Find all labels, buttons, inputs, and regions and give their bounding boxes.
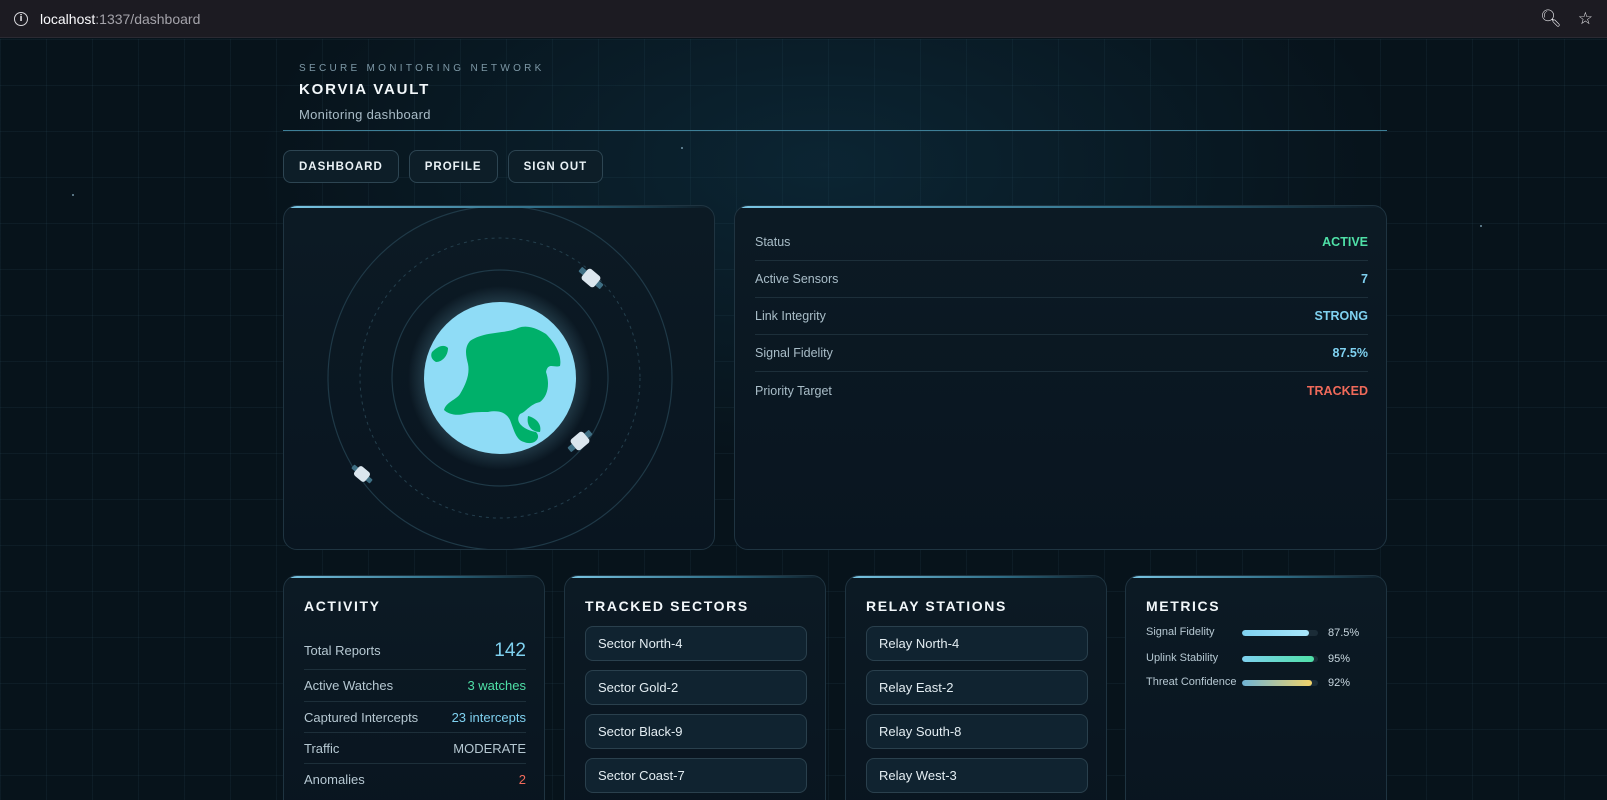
status-label: Status	[755, 235, 791, 249]
status-value: TRACKED	[1306, 383, 1368, 398]
relay-item[interactable]: Relay South-8	[866, 714, 1088, 749]
profile-button[interactable]: PROFILE	[408, 150, 498, 183]
orbit-panel	[283, 205, 715, 550]
relay-item[interactable]: Relay North-4	[866, 626, 1088, 661]
metric-bar	[1242, 655, 1318, 662]
activity-label: Active Watches	[304, 678, 394, 693]
status-label: Signal Fidelity	[755, 346, 833, 360]
star-dot	[1480, 225, 1482, 227]
page-header: SECURE MONITORING NETWORK KORVIA VAULT M…	[283, 39, 1387, 131]
status-value: ACTIVE	[1322, 235, 1368, 249]
status-row: Priority Target TRACKED	[755, 372, 1368, 409]
dashboard-page: SECURE MONITORING NETWORK KORVIA VAULT M…	[0, 39, 1607, 800]
activity-row: Anomalies 2	[304, 764, 526, 795]
activity-label: Total Reports	[304, 643, 381, 658]
activity-row: Traffic MODERATE	[304, 733, 526, 764]
metric-value: 95%	[1328, 652, 1351, 665]
status-row: Signal Fidelity 87.5%	[755, 335, 1368, 372]
address-bar[interactable]: localhost:1337/dashboard	[40, 11, 200, 27]
metric-label: Signal Fidelity	[1146, 626, 1215, 638]
brand-title: KORVIA VAULT	[299, 81, 431, 98]
star-dot	[72, 194, 74, 196]
activity-value: 3 watches	[467, 678, 526, 693]
metric-value: 87.5%	[1328, 626, 1360, 639]
satellite-icon	[351, 464, 373, 484]
activity-label: Anomalies	[304, 772, 365, 787]
metric-row: Threat Confidence 92%	[1146, 676, 1368, 689]
metric-label: Threat Confidence	[1146, 676, 1237, 688]
star-dot	[681, 147, 683, 149]
satellite-icon	[578, 267, 604, 289]
url-host: localhost	[40, 10, 96, 27]
header-eyebrow: SECURE MONITORING NETWORK	[299, 63, 545, 74]
metric-row: Signal Fidelity 87.5%	[1146, 626, 1368, 639]
sign-out-button[interactable]: SIGN OUT	[507, 150, 604, 183]
page-subtitle: Monitoring dashboard	[299, 107, 431, 122]
status-row: Status ACTIVE	[755, 224, 1368, 261]
dashboard-button[interactable]: DASHBOARD	[283, 150, 399, 183]
info-icon[interactable]: i	[14, 11, 28, 26]
status-row: Active Sensors 7	[755, 261, 1368, 298]
status-value: STRONG	[1314, 309, 1368, 323]
orbit-visual	[327, 206, 673, 549]
activity-label: Traffic	[304, 740, 340, 756]
activity-row: Total Reports 142	[304, 632, 526, 670]
url-path: :1337/dashboard	[95, 10, 201, 27]
status-label: Active Sensors	[755, 272, 839, 286]
status-label: Priority Target	[755, 383, 832, 398]
activity-row: Active Watches 3 watches	[304, 670, 526, 702]
activity-value: 23 intercepts	[451, 709, 526, 725]
metric-bar-fill	[1242, 679, 1312, 686]
metric-bar	[1242, 679, 1318, 686]
tracked-sectors-card: TRACKED SECTORS Sector North-4 Sector Go…	[564, 575, 826, 800]
metric-row: Uplink Stability 95%	[1146, 652, 1368, 665]
status-value: 7	[1361, 272, 1368, 286]
card-title: METRICS	[1146, 598, 1221, 614]
metric-value: 92%	[1328, 676, 1351, 689]
main-nav: DASHBOARD PROFILE SIGN OUT	[283, 150, 604, 183]
sector-item[interactable]: Sector North-4	[585, 626, 807, 661]
activity-value: MODERATE	[453, 740, 526, 756]
activity-value: 2	[518, 772, 526, 787]
metric-bar	[1242, 629, 1318, 636]
card-title: ACTIVITY	[304, 598, 381, 614]
browser-toolbar: i localhost:1337/dashboard 🔍︎ ☆	[0, 0, 1607, 38]
status-label: Link Integrity	[755, 309, 826, 323]
metrics-card: METRICS Signal Fidelity 87.5% Uplink Sta…	[1125, 575, 1387, 800]
status-value: 87.5%	[1332, 346, 1368, 360]
relay-item[interactable]: Relay West-3	[866, 758, 1088, 793]
relay-stations-card: RELAY STATIONS Relay North-4 Relay East-…	[845, 575, 1107, 800]
metric-bar-fill	[1242, 629, 1309, 636]
sector-item[interactable]: Sector Gold-2	[585, 670, 807, 705]
status-row: Link Integrity STRONG	[755, 298, 1368, 335]
activity-row: Captured Intercepts 23 intercepts	[304, 702, 526, 733]
relay-item[interactable]: Relay East-2	[866, 670, 1088, 705]
status-panel: Status ACTIVE Active Sensors 7 Link Inte…	[734, 205, 1387, 550]
card-title: TRACKED SECTORS	[585, 598, 749, 614]
activity-label: Captured Intercepts	[304, 709, 419, 725]
bookmark-star-icon[interactable]: ☆	[1578, 9, 1593, 29]
sector-item[interactable]: Sector Black-9	[585, 714, 807, 749]
activity-card: ACTIVITY Total Reports 142 Active Watche…	[283, 575, 545, 800]
card-title: RELAY STATIONS	[866, 598, 1007, 614]
zoom-icon[interactable]: 🔍︎	[1540, 9, 1562, 29]
earth-icon	[424, 302, 576, 454]
sector-item[interactable]: Sector Coast-7	[585, 758, 807, 793]
metric-label: Uplink Stability	[1146, 652, 1219, 664]
metric-bar-fill	[1242, 655, 1315, 662]
activity-value: 142	[494, 639, 526, 661]
